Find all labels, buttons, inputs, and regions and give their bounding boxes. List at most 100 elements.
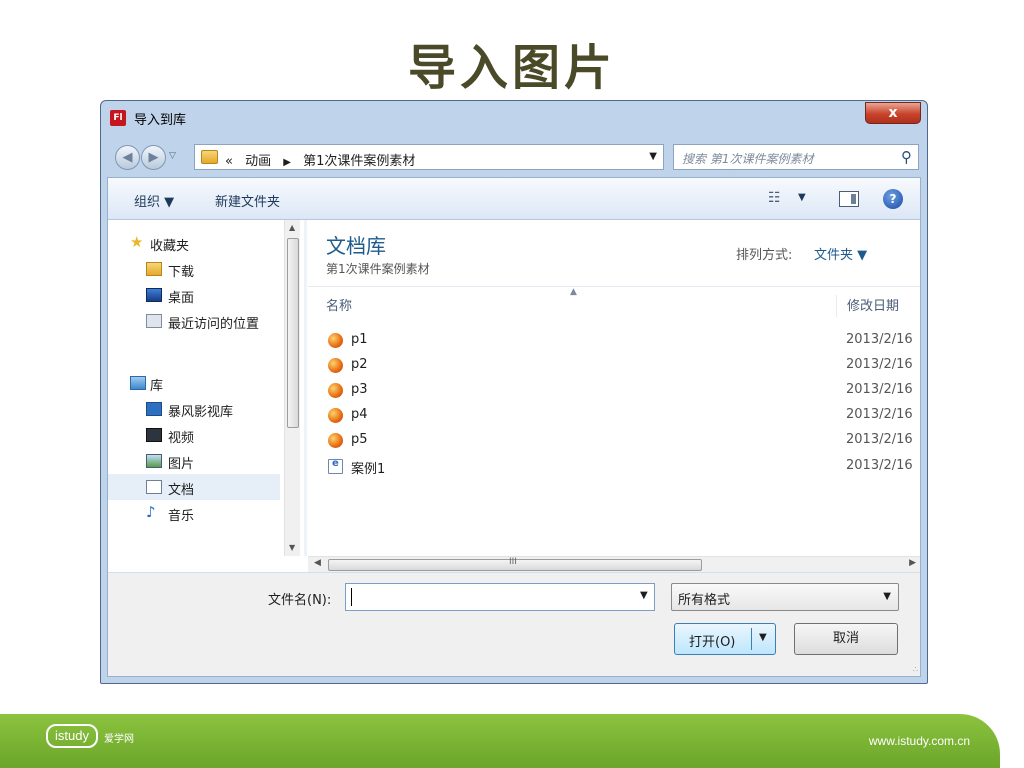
split-button-divider (751, 628, 752, 650)
breadcrumb-item[interactable]: 第1次课件案例素材 (303, 154, 415, 169)
arrange-by-dropdown[interactable]: 文件夹 ▼ (814, 244, 867, 263)
new-folder-button[interactable]: 新建文件夹 (215, 191, 280, 210)
image-file-icon (328, 383, 343, 398)
file-name: p4 (351, 407, 368, 422)
search-placeholder: 搜索 第1次课件案例素材 (682, 152, 814, 166)
file-type-select[interactable]: 所有格式 ▼ (671, 583, 899, 611)
breadcrumb-overflow[interactable]: « (225, 154, 233, 169)
scroll-up-icon[interactable]: ▲ (289, 223, 295, 232)
image-file-icon (328, 433, 343, 448)
arrange-by-label: 排列方式: (736, 248, 793, 263)
breadcrumb-separator-icon[interactable]: ▶ (283, 157, 291, 168)
footer-url: www.istudy.com.cn (868, 734, 970, 748)
horizontal-scrollbar[interactable]: ◀ III ▶ (308, 556, 920, 572)
nav-item-label: 桌面 (168, 291, 195, 306)
file-date: 2013/2/16 (846, 458, 913, 473)
footer-brand: 爱学网 (104, 734, 134, 745)
scroll-right-icon[interactable]: ▶ (909, 558, 916, 568)
nav-vertical-scrollbar[interactable]: ▲ ▼ (284, 220, 300, 556)
resize-grip-icon[interactable]: ∴ (913, 665, 918, 674)
nav-item-label: 库 (150, 379, 164, 394)
nav-item-videos[interactable]: 视频 (108, 422, 284, 448)
nav-item-label: 收藏夹 (150, 239, 190, 254)
flash-app-icon: Fl (110, 110, 126, 126)
help-icon[interactable]: ? (883, 189, 903, 209)
desktop-icon (146, 288, 162, 302)
nav-item-video-library[interactable]: 暴风影视库 (108, 396, 284, 422)
address-bar[interactable]: « 动画 ▶ 第1次课件案例素材 ▼ ⇆ (194, 144, 749, 174)
file-row[interactable]: p2 2013/2/16 (308, 353, 920, 377)
scroll-grip: III (509, 557, 517, 567)
view-dropdown-icon[interactable]: ▼ (798, 192, 806, 203)
istudy-logo: istudy (46, 724, 98, 748)
nav-item-documents[interactable]: 文档 (108, 474, 280, 500)
search-box[interactable]: 搜索 第1次课件案例素材 ⚲ (673, 144, 919, 170)
star-icon: ★ (130, 233, 144, 251)
search-icon[interactable]: ⚲ (901, 148, 912, 166)
nav-item-favorites[interactable]: ★ 收藏夹 (108, 230, 284, 256)
image-file-icon (328, 358, 343, 373)
file-name-label: 文件名(N): (268, 593, 332, 608)
video-library-icon (146, 402, 162, 416)
file-name-input[interactable] (345, 583, 655, 611)
folder-icon (201, 150, 218, 164)
file-type-value: 所有格式 (678, 593, 731, 608)
file-row[interactable]: 案例1 2013/2/16 (308, 454, 920, 478)
file-row[interactable]: p3 2013/2/16 (308, 378, 920, 402)
nav-item-label: 下载 (168, 265, 195, 280)
column-header-date[interactable]: 修改日期 (836, 295, 899, 317)
address-dropdown-icon[interactable]: ▼ (649, 151, 657, 162)
nav-item-downloads[interactable]: 下载 (108, 256, 284, 282)
cancel-button[interactable]: 取消 (794, 623, 898, 655)
forward-button[interactable]: ▶ (141, 145, 166, 170)
nav-item-label: 视频 (168, 431, 195, 446)
file-date: 2013/2/16 (846, 382, 913, 397)
back-button[interactable]: ◀ (115, 145, 140, 170)
nav-item-pictures[interactable]: 图片 (108, 448, 284, 474)
dialog-titlebar[interactable]: Fl 导入到库 x (101, 101, 927, 131)
scroll-left-icon[interactable]: ◀ (314, 558, 321, 568)
pane-splitter[interactable] (304, 220, 307, 556)
file-name: p3 (351, 382, 368, 397)
dialog-title: 导入到库 (134, 113, 187, 128)
open-options-dropdown-icon[interactable]: ▼ (759, 632, 767, 643)
horizontal-scroll-thumb[interactable]: III (328, 557, 702, 571)
film-icon (146, 428, 162, 442)
file-row[interactable]: p5 2013/2/16 (308, 428, 920, 452)
nav-item-libraries[interactable]: 库 (108, 370, 284, 396)
nav-item-label: 图片 (168, 457, 195, 472)
file-row[interactable]: p4 2013/2/16 (308, 403, 920, 427)
scroll-down-icon[interactable]: ▼ (289, 543, 295, 552)
file-name: 案例1 (351, 462, 386, 477)
file-date: 2013/2/16 (846, 407, 913, 422)
library-subtitle: 第1次课件案例素材 (326, 262, 430, 276)
nav-item-desktop[interactable]: 桌面 (108, 282, 284, 308)
preview-pane-icon[interactable] (839, 191, 859, 207)
file-name-dropdown-icon[interactable]: ▼ (640, 590, 648, 601)
recent-locations-dropdown[interactable]: ▽ (169, 151, 176, 161)
view-options-icon[interactable]: ☷ (768, 190, 781, 206)
dialog-content: 组织 ▼ 新建文件夹 ☷ ▼ ? ★ 收藏夹 下载 桌面 最近访问的位置 库 暴… (107, 177, 921, 677)
nav-item-label: 暴风影视库 (168, 405, 234, 420)
file-date: 2013/2/16 (846, 432, 913, 447)
image-file-icon (328, 408, 343, 423)
column-header-name[interactable]: 名称 (326, 295, 352, 314)
organize-menu[interactable]: 组织 ▼ (134, 191, 174, 210)
nav-item-label: 文档 (168, 483, 195, 498)
file-row[interactable]: p1 2013/2/16 (308, 328, 920, 352)
nav-item-label: 最近访问的位置 (168, 317, 260, 332)
chevron-down-icon: ▼ (883, 591, 891, 602)
breadcrumb-item[interactable]: 动画 (245, 154, 271, 169)
recent-places-icon (146, 314, 162, 328)
file-name-panel: 文件名(N): ▼ 所有格式 ▼ 打开(O) ▼ 取消 ∴ (108, 572, 920, 676)
close-button[interactable]: x (865, 102, 921, 124)
open-button[interactable]: 打开(O) ▼ (674, 623, 776, 655)
file-name: p2 (351, 357, 368, 372)
text-caret (351, 588, 352, 606)
command-toolbar: 组织 ▼ 新建文件夹 ☷ ▼ ? (108, 178, 920, 220)
nav-item-music[interactable]: ♪ 音乐 (108, 500, 284, 526)
address-row: ◀ ▶ ▽ « 动画 ▶ 第1次课件案例素材 ▼ ⇆ 搜索 第1次课件案例素材 … (101, 141, 927, 174)
nav-item-recent[interactable]: 最近访问的位置 (108, 308, 284, 334)
download-folder-icon (146, 262, 162, 276)
nav-scroll-thumb[interactable] (287, 238, 299, 428)
